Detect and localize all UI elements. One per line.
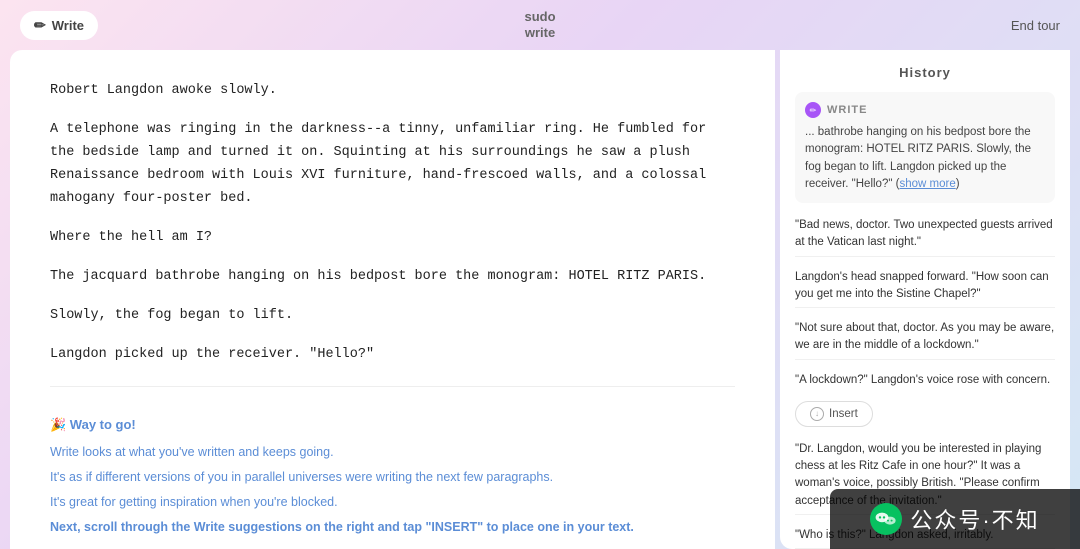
paragraph-4: The jacquard bathrobe hanging on his bed… xyxy=(50,266,735,289)
quote-2: Langdon's head snapped forward. "How soo… xyxy=(795,265,1055,309)
quote-3: "Not sure about that, doctor. As you may… xyxy=(795,316,1055,360)
brand-logo: sudo write xyxy=(524,9,555,40)
paragraph-3: Where the hell am I? xyxy=(50,227,735,250)
history-group-1: "Bad news, doctor. Two unexpected guests… xyxy=(795,213,1055,393)
write-preview-text: ... bathrobe hanging on his bedpost bore… xyxy=(805,124,1045,193)
paragraph-5: Slowly, the fog began to lift. xyxy=(50,305,735,328)
suggestion-title: 🎉 Way to go! xyxy=(50,417,735,433)
wechat-overlay: 公众号·不知 xyxy=(830,489,1080,549)
paragraph-1: Robert Langdon awoke slowly. xyxy=(50,80,735,103)
editor-text: Robert Langdon awoke slowly. A telephone… xyxy=(50,80,735,366)
quote-4: "A lockdown?" Langdon's voice rose with … xyxy=(795,368,1055,393)
suggestion-box: 🎉 Way to go! Write looks at what you've … xyxy=(50,407,735,536)
write-label: Write xyxy=(52,18,84,33)
suggestion-line-4: Next, scroll through the Write suggestio… xyxy=(50,518,735,537)
history-panel: History WRITE ... bathrobe hanging on hi… xyxy=(780,50,1070,549)
suggestion-line-1: Write looks at what you've written and k… xyxy=(50,443,735,462)
history-title: History xyxy=(795,65,1055,80)
show-more-link[interactable]: show more xyxy=(899,178,955,190)
divider xyxy=(50,386,735,387)
write-label-badge: WRITE xyxy=(827,104,867,116)
wechat-icon xyxy=(870,503,902,535)
suggestion-line-3: It's great for getting inspiration when … xyxy=(50,493,735,512)
quote-1: "Bad news, doctor. Two unexpected guests… xyxy=(795,213,1055,257)
write-icon xyxy=(805,102,821,118)
write-header: WRITE xyxy=(805,102,1045,118)
paragraph-6: Langdon picked up the receiver. "Hello?" xyxy=(50,344,735,367)
insert-button-1[interactable]: ↓ Insert xyxy=(795,401,873,427)
insert-icon-1: ↓ xyxy=(810,407,824,421)
write-button[interactable]: ✏ Write xyxy=(20,11,98,40)
suggestion-line-2: It's as if different versions of you in … xyxy=(50,468,735,487)
end-tour-button[interactable]: End tour xyxy=(1011,18,1060,33)
pen-icon: ✏ xyxy=(34,17,46,34)
main-content: Robert Langdon awoke slowly. A telephone… xyxy=(0,50,1080,549)
history-write-block: WRITE ... bathrobe hanging on his bedpos… xyxy=(795,92,1055,203)
wechat-text: 公众号·不知 xyxy=(910,503,1039,535)
paragraph-2: A telephone was ringing in the darkness-… xyxy=(50,119,735,211)
party-icon: 🎉 Way to go! xyxy=(50,417,136,432)
top-bar: ✏ Write sudo write End tour xyxy=(0,0,1080,50)
editor-panel: Robert Langdon awoke slowly. A telephone… xyxy=(10,50,775,549)
